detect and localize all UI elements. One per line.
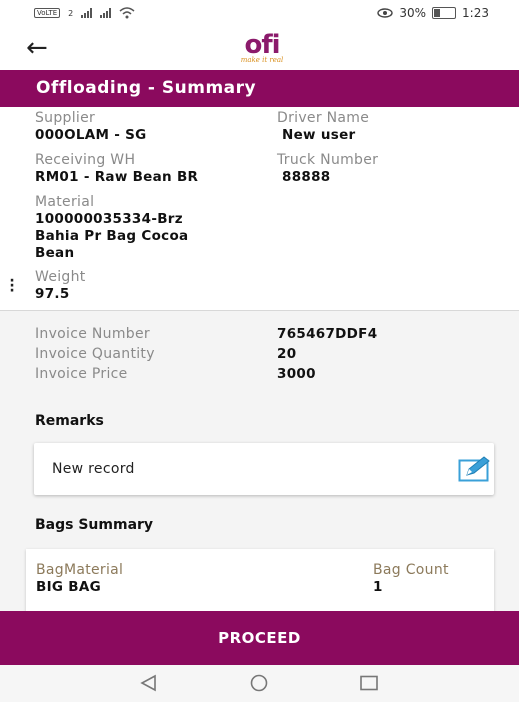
bag-material-header: BagMaterial <box>36 562 124 578</box>
receiving-field: Receiving WH RM01 - Raw Bean BR <box>35 151 198 186</box>
status-left: VoLTE 2 <box>34 7 135 19</box>
nav-home-icon[interactable] <box>248 674 270 692</box>
invoice-number-row: Invoice Number 765467DDF4 <box>35 325 495 345</box>
bag-count-cell: 1 <box>373 579 383 595</box>
invoice-price-value: 3000 <box>277 366 316 382</box>
eye-icon <box>377 8 394 18</box>
bag-material-cell: BIG BAG <box>36 579 102 595</box>
page-title: Offloading - Summary <box>36 78 257 98</box>
invoice-number-value: 765467DDF4 <box>277 326 378 342</box>
weight-value: 97.5 <box>35 286 70 302</box>
more-options-icon[interactable]: · · · <box>9 274 15 298</box>
truck-label: Truck Number <box>277 152 379 168</box>
invoice-quantity-row: Invoice Quantity 20 <box>35 345 495 365</box>
supplier-value: 000OLAM - SG <box>35 127 147 143</box>
driver-field: Driver Name New user <box>277 109 369 144</box>
weight-label: Weight <box>35 269 86 285</box>
proceed-button[interactable]: PROCEED <box>0 611 519 665</box>
material-value-line-1: 100000035334-Brz <box>35 211 183 227</box>
volte-badge: VoLTE <box>34 8 61 18</box>
invoice-quantity-value: 20 <box>277 346 297 362</box>
material-field: Material 100000035334-Brz Bahia Pr Bag C… <box>35 193 188 262</box>
logo-text: ofi <box>244 30 280 60</box>
logo-tagline: make it real <box>240 56 284 64</box>
receiving-value: RM01 - Raw Bean BR <box>35 169 199 185</box>
remarks-text: New record <box>52 461 135 477</box>
arrow-left-icon[interactable]: ← <box>26 35 48 61</box>
status-right: 30% 1:23 <box>377 6 489 20</box>
signal-icon <box>81 8 93 18</box>
invoice-quantity-label: Invoice Quantity <box>35 346 155 362</box>
system-nav-bar <box>0 665 519 702</box>
nav-recents-icon[interactable] <box>358 674 380 692</box>
wifi-icon <box>119 7 135 19</box>
material-value-line-2: Bahia Pr Bag Cocoa <box>35 228 189 244</box>
clock: 1:23 <box>462 6 489 20</box>
supplier-field: Supplier 000OLAM - SG <box>35 109 147 144</box>
material-label: Material <box>35 194 95 210</box>
details-section: Supplier 000OLAM - SG Driver Name New us… <box>0 107 519 311</box>
bag-count-header: Bag Count <box>373 562 449 578</box>
truck-field: Truck Number 88888 <box>277 151 378 186</box>
ofi-logo: ofi make it real <box>232 32 292 68</box>
invoice-price-label: Invoice Price <box>35 366 128 382</box>
bags-summary-card: BagMaterial Bag Count BIG BAG 1 <box>26 549 494 611</box>
weight-field: Weight 97.5 <box>35 268 86 303</box>
invoice-section: Invoice Number 765467DDF4 Invoice Quanti… <box>0 311 519 611</box>
battery-percent: 30% <box>399 6 427 20</box>
invoice-price-row: Invoice Price 3000 <box>35 365 495 385</box>
remarks-title: Remarks <box>35 413 104 429</box>
truck-value: 88888 <box>282 169 331 185</box>
bags-summary-title: Bags Summary <box>35 517 154 533</box>
signal-icon-2 <box>100 8 112 18</box>
app-bar: ← ofi make it real <box>0 28 519 70</box>
page-title-bar: Offloading - Summary <box>0 70 519 107</box>
nav-back-icon[interactable] <box>138 674 160 692</box>
driver-value: New user <box>282 127 356 143</box>
material-value-line-3: Bean <box>35 245 75 261</box>
supplier-label: Supplier <box>35 110 96 126</box>
driver-label: Driver Name <box>277 110 370 126</box>
remarks-card[interactable]: New record <box>34 443 494 495</box>
status-bar: VoLTE 2 30% 1:23 <box>0 0 519 28</box>
invoice-number-label: Invoice Number <box>35 326 150 342</box>
receiving-label: Receiving WH <box>35 152 136 168</box>
edit-icon[interactable] <box>458 456 492 482</box>
sim-badge: 2 <box>68 8 74 18</box>
battery-icon <box>432 7 457 19</box>
